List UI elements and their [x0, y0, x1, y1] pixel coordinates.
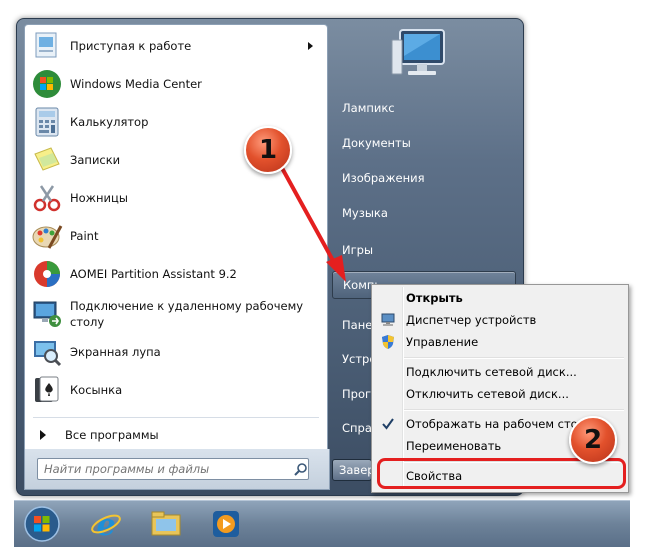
taskbar-ie-button[interactable]: e — [86, 507, 126, 541]
program-aomei[interactable]: AOMEI Partition Assistant 9.2 — [27, 257, 325, 291]
right-item-music[interactable]: Музыка — [332, 199, 516, 227]
program-magnifier[interactable]: Экранная лупа — [27, 335, 325, 369]
submenu-arrow-icon — [308, 42, 313, 50]
programs-pane: Приступая к работе Windows Media Center … — [24, 24, 328, 450]
search-input[interactable] — [38, 461, 286, 477]
program-paint[interactable]: Paint — [27, 219, 325, 253]
start-button[interactable] — [22, 506, 62, 542]
taskbar: e — [14, 500, 630, 547]
explorer-icon — [151, 511, 181, 536]
ctx-disconnect-drive[interactable]: Отключить сетевой диск... — [374, 383, 626, 405]
ctx-open[interactable]: Открыть — [374, 287, 626, 309]
ctx-separator — [404, 357, 624, 359]
ctx-map-drive[interactable]: Подключить сетевой диск... — [374, 361, 626, 383]
svg-text:e: e — [96, 508, 115, 541]
program-media-center[interactable]: Windows Media Center — [27, 67, 325, 101]
ctx-device-manager[interactable]: Диспетчер устройств — [374, 309, 626, 331]
paint-icon — [32, 225, 63, 249]
annotation-badge-1: 1 — [244, 126, 292, 174]
ctx-manage[interactable]: Управление — [374, 331, 626, 353]
remote-desktop-icon — [33, 301, 61, 327]
all-programs-arrow-icon — [40, 430, 46, 440]
ctx-separator — [404, 409, 624, 411]
search-area — [24, 449, 330, 490]
annotation-badge-2: 2 — [569, 416, 617, 464]
right-item-documents[interactable]: Документы — [332, 129, 516, 157]
device-manager-icon — [379, 311, 397, 329]
separator — [33, 417, 319, 418]
program-remote-desktop[interactable]: Подключение к удаленному рабочему столу — [27, 295, 325, 333]
checkmark-icon — [379, 415, 397, 433]
taskbar-media-player-button[interactable] — [206, 507, 246, 541]
aomei-icon — [34, 261, 60, 287]
calculator-icon — [35, 107, 59, 137]
snipping-tool-icon — [33, 185, 61, 212]
computer-picture-icon[interactable] — [390, 26, 450, 84]
right-item-user[interactable]: Лампикс — [332, 94, 516, 122]
program-solitaire[interactable]: Косынка — [27, 373, 325, 407]
sticky-notes-icon — [34, 147, 60, 171]
right-item-pictures[interactable]: Изображения — [332, 164, 516, 192]
internet-explorer-icon: e — [91, 508, 121, 541]
all-programs-button[interactable]: Все программы — [27, 423, 325, 447]
solitaire-icon — [35, 376, 59, 402]
media-player-icon — [213, 511, 239, 537]
magnifier-icon — [34, 341, 62, 367]
shutdown-button[interactable]: Завер — [332, 459, 375, 481]
media-center-icon — [33, 70, 61, 98]
search-icon[interactable] — [294, 462, 308, 476]
taskbar-explorer-button[interactable] — [146, 507, 186, 541]
shield-icon — [379, 333, 397, 351]
getting-started-icon — [35, 32, 57, 58]
right-item-games[interactable]: Игры — [332, 236, 516, 264]
program-getting-started[interactable]: Приступая к работе — [27, 29, 325, 63]
search-box[interactable] — [37, 458, 309, 480]
program-snipping-tool[interactable]: Ножницы — [27, 181, 325, 215]
start-orb-icon — [24, 506, 60, 542]
